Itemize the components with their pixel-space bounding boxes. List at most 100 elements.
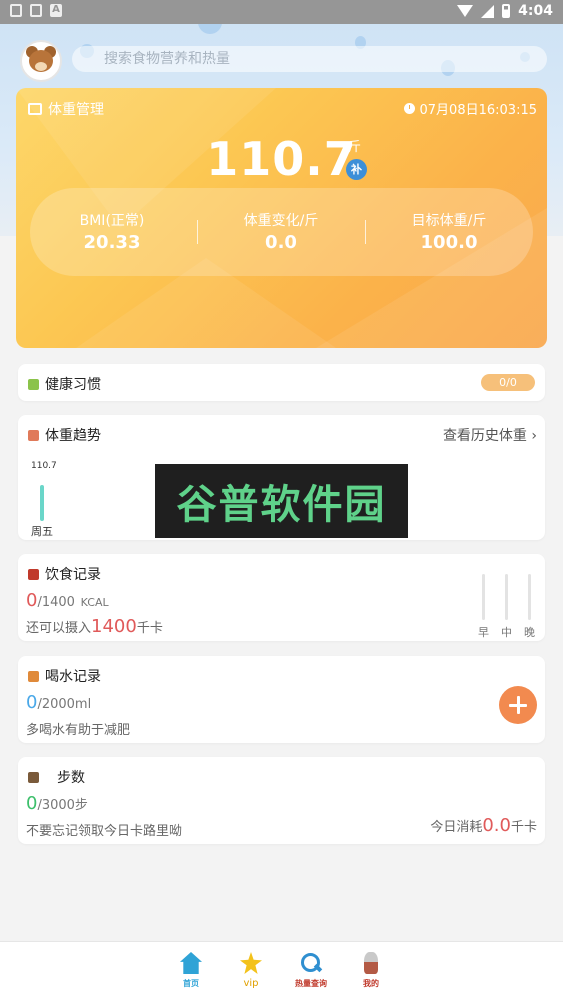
nav-profile-label: 我的 xyxy=(363,979,379,988)
today-burn: 今日消耗0.0千卡 xyxy=(430,815,537,836)
divider xyxy=(197,220,198,244)
calorie-summary: 0/1400 KCAL xyxy=(26,590,109,611)
nav-calorie-query[interactable]: 热量查询 xyxy=(291,952,331,989)
a-icon: A xyxy=(50,4,62,17)
meal-dinner[interactable]: 晚 xyxy=(524,574,535,640)
nav-home-label: 首页 xyxy=(183,979,199,988)
meal-label: 晚 xyxy=(524,626,535,639)
trend-point-day: 周五 xyxy=(31,525,53,538)
home-icon xyxy=(180,952,202,974)
nav-profile[interactable]: 我的 xyxy=(351,952,391,989)
trend-point-value: 110.7 xyxy=(31,461,57,471)
stat-label: BMI(正常) xyxy=(79,213,145,229)
meal-breakfast[interactable]: 早 xyxy=(478,574,489,640)
diet-record-title: 饮食记录 xyxy=(28,564,101,584)
bottom-nav: 首页 vip 热量查询 我的 xyxy=(0,941,563,1002)
meal-label: 中 xyxy=(501,626,512,639)
vip-icon xyxy=(240,952,262,974)
avatar[interactable] xyxy=(20,40,62,82)
watermark-text: 谷普软件园 xyxy=(176,482,387,528)
nav-vip[interactable]: vip xyxy=(231,952,271,989)
weight-unit: 斤 xyxy=(348,140,362,155)
remaining-prefix: 还可以摄入 xyxy=(26,621,92,636)
history-weight-link[interactable]: 查看历史体重 › xyxy=(443,425,537,445)
trend-icon xyxy=(28,429,39,441)
datetime-text: 07月08日16:03:15 xyxy=(419,103,537,118)
stat-target-weight[interactable]: 目标体重/斤 100.0 xyxy=(369,210,529,253)
supplement-weight-button[interactable]: 补 xyxy=(346,159,367,180)
meal-lunch[interactable]: 中 xyxy=(501,574,512,640)
nav-calorie-query-label: 热量查询 xyxy=(295,979,327,988)
health-habits-card[interactable]: 健康习惯 0/0 xyxy=(18,364,545,401)
status-bar: A 4:04 xyxy=(0,0,563,24)
diet-record-card[interactable]: 饮食记录 0/1400 KCAL 还可以摄入1400千卡 早 中 晚 xyxy=(18,554,545,641)
nav-home[interactable]: 首页 xyxy=(171,952,211,989)
remaining-value: 1400 xyxy=(91,616,137,637)
add-water-button[interactable] xyxy=(499,686,537,724)
water-summary: 0/2000ml xyxy=(26,692,91,713)
remaining-unit: 千卡 xyxy=(136,621,163,636)
history-weight-link-text: 查看历史体重 xyxy=(442,428,527,444)
calorie-budget: /1400 xyxy=(37,595,75,610)
stat-label: 体重变化/斤 xyxy=(243,213,319,229)
weight-trend-title: 体重趋势 xyxy=(28,425,101,445)
steps-tip: 不要忘记领取今日卡路里呦 xyxy=(26,824,183,839)
scale-icon xyxy=(28,103,42,115)
water-tip: 多喝水有助于减肥 xyxy=(26,723,131,738)
meal-bars: 早 中 晚 xyxy=(478,574,535,640)
diet-icon xyxy=(28,568,39,580)
stat-value: 20.33 xyxy=(83,232,141,253)
stat-value: 100.0 xyxy=(420,232,478,253)
burn-value: 0.0 xyxy=(482,815,511,836)
meal-bar xyxy=(482,574,485,620)
health-habits-title: 健康习惯 xyxy=(28,374,101,394)
weight-trend-title-text: 体重趋势 xyxy=(45,428,101,444)
status-time: 4:04 xyxy=(518,3,553,19)
calorie-unit: KCAL xyxy=(80,596,109,609)
watermark-overlay: 谷普软件园 xyxy=(155,464,408,538)
steps-title: 步数 xyxy=(28,767,85,787)
decor-bubble xyxy=(198,24,222,34)
steps-goal: /3000步 xyxy=(37,798,88,813)
diet-record-title-text: 饮食记录 xyxy=(45,567,101,583)
meal-label: 早 xyxy=(478,626,489,639)
signal-icon xyxy=(481,4,495,18)
water-record-title: 喝水记录 xyxy=(28,666,101,686)
weight-trend-card[interactable]: 体重趋势 查看历史体重 › 110.7 周五 谷普软件园 xyxy=(18,415,545,540)
clock-icon xyxy=(403,103,415,114)
settings-icon xyxy=(10,4,22,17)
burn-prefix: 今日消耗 xyxy=(430,820,483,835)
divider xyxy=(365,220,366,244)
calories-eaten: 0 xyxy=(26,590,38,611)
wifi-icon xyxy=(457,5,474,17)
search-icon xyxy=(300,952,322,974)
steps-card[interactable]: 步数 0/3000步 不要忘记领取今日卡路里呦 今日消耗0.0千卡 xyxy=(18,757,545,844)
water-drunk: 0 xyxy=(26,692,38,713)
current-weight: 110.7 xyxy=(206,132,357,186)
steps-icon xyxy=(28,771,39,783)
steps-count: 0 xyxy=(26,793,38,814)
stat-label: 目标体重/斤 xyxy=(411,213,487,229)
water-record-card[interactable]: 喝水记录 0/2000ml 多喝水有助于减肥 xyxy=(18,656,545,743)
meal-bar xyxy=(505,574,508,620)
weight-card-title-text: 体重管理 xyxy=(48,102,104,118)
weight-card-title: 体重管理 xyxy=(28,99,104,119)
steps-summary: 0/3000步 xyxy=(26,793,88,814)
chevron-right-icon: › xyxy=(531,428,537,444)
water-record-title-text: 喝水记录 xyxy=(45,669,101,685)
weight-management-card[interactable]: 体重管理 07月08日16:03:15 110.7 斤 补 BMI(正常) 20… xyxy=(16,88,547,348)
water-goal: /2000ml xyxy=(37,697,92,712)
burn-unit: 千卡 xyxy=(510,820,537,835)
habit-icon xyxy=(28,378,39,390)
search-input[interactable]: 搜索食物营养和热量 xyxy=(72,46,547,72)
health-habits-title-text: 健康习惯 xyxy=(45,377,101,393)
steps-title-text: 步数 xyxy=(57,770,85,786)
weight-card-datetime: 07月08日16:03:15 xyxy=(403,99,537,118)
stat-weight-change: 体重变化/斤 0.0 xyxy=(201,210,361,253)
stat-bmi: BMI(正常) 20.33 xyxy=(32,210,192,253)
battery-icon xyxy=(502,4,511,18)
sim-icon xyxy=(30,4,42,17)
profile-icon xyxy=(364,952,378,974)
habit-progress-badge: 0/0 xyxy=(481,374,535,391)
water-icon xyxy=(28,670,39,682)
